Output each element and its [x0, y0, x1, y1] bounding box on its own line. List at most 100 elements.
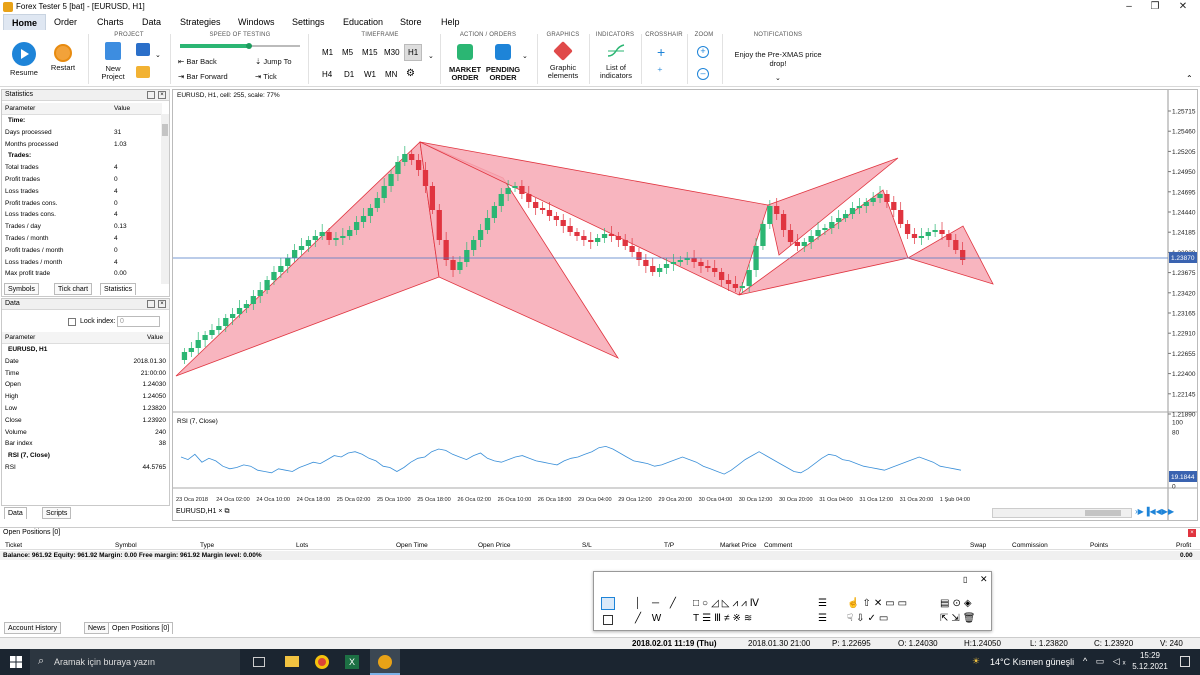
file-explorer-icon[interactable] — [285, 656, 299, 667]
timeframe-m30[interactable]: M30 — [384, 48, 400, 57]
column-header[interactable]: Market Price — [720, 542, 756, 549]
line-tools-icons[interactable]: │ ─ ╱ — [635, 598, 680, 609]
template-tools-icons-2[interactable]: ⇱⇲🗑 — [940, 613, 978, 624]
forex-tester-taskbar-button[interactable] — [370, 649, 400, 675]
close-tab-icon[interactable]: × — [218, 508, 222, 515]
tab-statistics[interactable]: Statistics — [100, 283, 137, 295]
column-header[interactable]: Open Time — [396, 542, 428, 549]
menu-store[interactable]: Store — [400, 17, 422, 27]
close-panel-icon[interactable]: × — [1188, 529, 1196, 537]
excel-icon[interactable]: X — [345, 655, 359, 669]
menu-settings[interactable]: Settings — [292, 17, 325, 27]
chart-tab[interactable]: EURUSD,H1 × ⧉ — [176, 508, 229, 516]
timeframe-w1[interactable]: W1 — [364, 70, 376, 79]
windows-start-icon[interactable] — [10, 656, 22, 668]
tab-scripts[interactable]: Scripts — [42, 507, 72, 519]
template-tools-icons[interactable]: ▤⊙◈ — [940, 598, 975, 609]
timeframe-m15[interactable]: M15 — [362, 48, 378, 57]
pen-tools-icons[interactable]: ╱ W — [635, 613, 665, 624]
column-header[interactable]: Lots — [296, 542, 308, 549]
task-view-icon[interactable] — [253, 657, 265, 667]
zoom-in-icon[interactable]: + — [697, 46, 709, 58]
chart-scrollbar[interactable] — [992, 508, 1132, 518]
tab-account-history[interactable]: Account History — [4, 622, 62, 634]
menu-order[interactable]: Order — [54, 17, 77, 27]
shape-tools-icons[interactable]: □○◿◺⩘⩘Ⅳ — [693, 598, 762, 609]
menu-charts[interactable]: Charts — [97, 17, 124, 27]
tab-news[interactable]: News — [84, 622, 110, 634]
open-folder-icon[interactable] — [136, 66, 150, 78]
chart-window[interactable]: 1.25715 1.25460 1.25205 1.24950 1.24695 1.244… — [172, 89, 1198, 521]
column-header[interactable]: Commission — [1012, 542, 1048, 549]
new-project-button[interactable]: New Project — [97, 40, 129, 84]
column-header[interactable]: Profit — [1176, 542, 1191, 549]
save-icon[interactable] — [136, 43, 150, 56]
timeframe-mn[interactable]: MN — [385, 70, 397, 79]
gear-icon[interactable]: ⚙ — [406, 68, 415, 79]
column-header[interactable]: Ticket — [5, 542, 22, 549]
column-header[interactable]: Swap — [970, 542, 986, 549]
bar-back-button[interactable]: ⇤ Bar Back — [178, 58, 238, 66]
restore-icon[interactable]: ❐ — [1148, 1, 1162, 13]
chevron-down-icon[interactable]: ⌄ — [775, 74, 781, 82]
close-icon[interactable]: ✕ — [980, 574, 988, 585]
resume-button[interactable]: Resume — [8, 40, 40, 84]
marker-tools-icons-2[interactable]: ☟⇩✓▭ — [847, 613, 891, 624]
ribbon-collapse-icon[interactable]: ⌃ — [1186, 74, 1193, 83]
weather-text[interactable]: 14°C Kısmen güneşli — [990, 657, 1074, 667]
tab-open-positions[interactable]: Open Positions [0] — [108, 622, 174, 634]
crosshair-icon[interactable]: + — [657, 44, 665, 60]
taskbar-search-box[interactable]: ⌕ Aramak için buraya yazın — [30, 649, 240, 675]
eraser-tool-icon[interactable] — [603, 615, 613, 625]
tick-button[interactable]: ⇥ Tick — [255, 73, 305, 81]
market-order-button[interactable]: MARKET ORDER — [447, 40, 483, 86]
weather-icon[interactable]: ☀ — [972, 656, 980, 667]
tray-icons[interactable]: ^ ▭ ◁ₓ — [1083, 656, 1129, 667]
bar-forward-button[interactable]: ⇥ Bar Forward — [178, 73, 238, 81]
chrome-icon[interactable] — [315, 655, 329, 669]
timeframe-d1[interactable]: D1 — [344, 70, 354, 79]
restore-panel-icon[interactable] — [147, 91, 155, 99]
marker-tools-icons[interactable]: ☝⇧✕▭▭ — [847, 598, 910, 609]
menu-home[interactable]: Home — [3, 14, 47, 30]
timeframe-m1[interactable]: M1 — [322, 48, 333, 57]
detach-tab-icon[interactable]: ⧉ — [224, 508, 229, 515]
speed-slider[interactable] — [180, 43, 300, 49]
chevron-down-icon[interactable]: ⌄ — [522, 52, 528, 60]
zoom-out-icon[interactable]: – — [697, 68, 709, 80]
text-tools-icons[interactable]: T☰Ⅲ≠※≋ — [693, 613, 755, 624]
notification-icon[interactable] — [1180, 656, 1190, 667]
pending-order-button[interactable]: PENDING ORDER — [484, 40, 522, 86]
column-header[interactable]: T/P — [664, 542, 674, 549]
menu-windows[interactable]: Windows — [238, 17, 275, 27]
column-header[interactable]: Type — [200, 542, 214, 549]
tab-tick-chart[interactable]: Tick chart — [54, 283, 93, 295]
restore-panel-icon[interactable] — [147, 300, 155, 308]
taskbar-date[interactable]: 5.12.2021 — [1128, 662, 1172, 671]
menu-help[interactable]: Help — [441, 17, 460, 27]
column-header[interactable]: Open Price — [478, 542, 511, 549]
graphic-elements-button[interactable]: Graphic elements — [542, 40, 584, 86]
fibo-levels-icon[interactable]: ☰ — [818, 613, 827, 624]
chevron-down-icon[interactable]: ⌄ — [428, 52, 434, 60]
timeframe-m5[interactable]: M5 — [342, 48, 353, 57]
column-header[interactable]: Symbol — [115, 542, 137, 549]
close-panel-icon[interactable]: × — [158, 91, 166, 99]
lock-index-checkbox[interactable] — [68, 318, 76, 326]
minimize-icon[interactable]: – — [1122, 1, 1136, 13]
menu-education[interactable]: Education — [343, 17, 383, 27]
tab-data[interactable]: Data — [4, 507, 27, 519]
price-chart[interactable]: 1.25715 1.25460 1.25205 1.24950 1.24695 1.244… — [173, 90, 1197, 520]
statistics-scrollbar[interactable] — [161, 114, 169, 284]
column-header[interactable]: Comment — [764, 542, 792, 549]
tab-symbols[interactable]: Symbols — [4, 283, 39, 295]
timeframe-h1[interactable]: H1 — [404, 44, 423, 61]
close-icon[interactable]: ✕ — [1176, 1, 1190, 13]
timeframe-h4[interactable]: H4 — [322, 70, 332, 79]
chevron-down-icon[interactable]: ⌄ — [155, 51, 161, 59]
scrollbar-thumb[interactable] — [1085, 510, 1121, 516]
pin-icon[interactable]: ▯ — [963, 575, 967, 584]
column-header[interactable]: S/L — [582, 542, 592, 549]
close-panel-icon[interactable]: × — [158, 300, 166, 308]
fibo-tool-icon[interactable]: ☰ — [818, 598, 827, 609]
